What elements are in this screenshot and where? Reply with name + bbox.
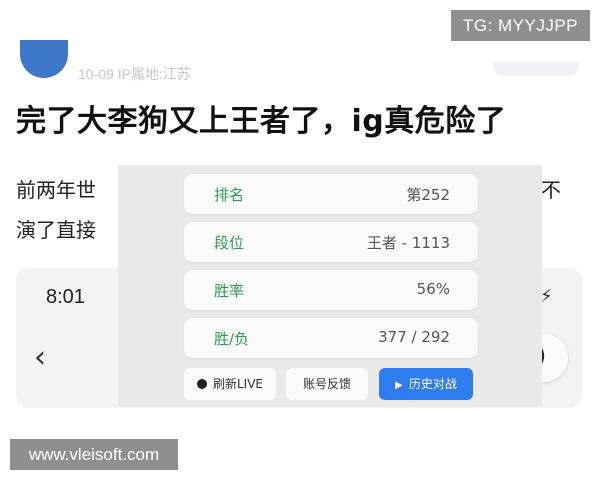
watermark-bottom: www.vleisoft.com: [10, 439, 178, 470]
stat-value: 56%: [416, 280, 450, 298]
account-feedback-button[interactable]: 账号反馈: [286, 368, 368, 400]
stat-label: 排名: [214, 186, 245, 204]
refresh-live-label: 刷新LIVE: [212, 377, 264, 391]
status-time: 8:01: [46, 286, 85, 308]
post-headline: 完了大李狗又上王者了，ig真危险了: [16, 104, 507, 139]
author-avatar[interactable]: [20, 40, 68, 78]
stat-label: 胜率: [214, 282, 245, 300]
stat-row-tier: 段位 王者 - 1113: [184, 222, 478, 262]
stat-label: 段位: [214, 234, 245, 252]
stat-row-rank: 排名 第252: [184, 174, 478, 214]
post-body-line-2: 演了直接: [16, 218, 96, 242]
post-body-line-1: 前两年世: [16, 178, 96, 202]
stat-row-winrate: 胜率 56%: [184, 270, 478, 310]
stat-value: 377 / 292: [378, 328, 450, 346]
record-dot-icon: [196, 379, 207, 389]
follow-button[interactable]: [493, 62, 579, 76]
watermark-top: TG: MYYJJPP: [451, 10, 590, 41]
chevron-left-icon[interactable]: ‹: [34, 340, 46, 375]
stat-row-record: 胜/负 377 / 292: [184, 318, 478, 358]
stat-value: 第252: [406, 186, 450, 204]
post-body-line-1-tail: 不: [541, 178, 561, 202]
play-icon: ▶: [395, 380, 403, 391]
match-history-button[interactable]: ▶ 历史对战: [379, 368, 473, 400]
refresh-live-button[interactable]: 刷新LIVE: [184, 368, 276, 400]
match-history-label: 历史对战: [408, 377, 457, 391]
account-feedback-label: 账号反馈: [302, 377, 351, 391]
stat-value: 王者 - 1113: [366, 234, 450, 252]
post-meta: 10-09 IP属地:江苏: [78, 66, 191, 82]
stat-label: 胜/负: [214, 330, 250, 348]
